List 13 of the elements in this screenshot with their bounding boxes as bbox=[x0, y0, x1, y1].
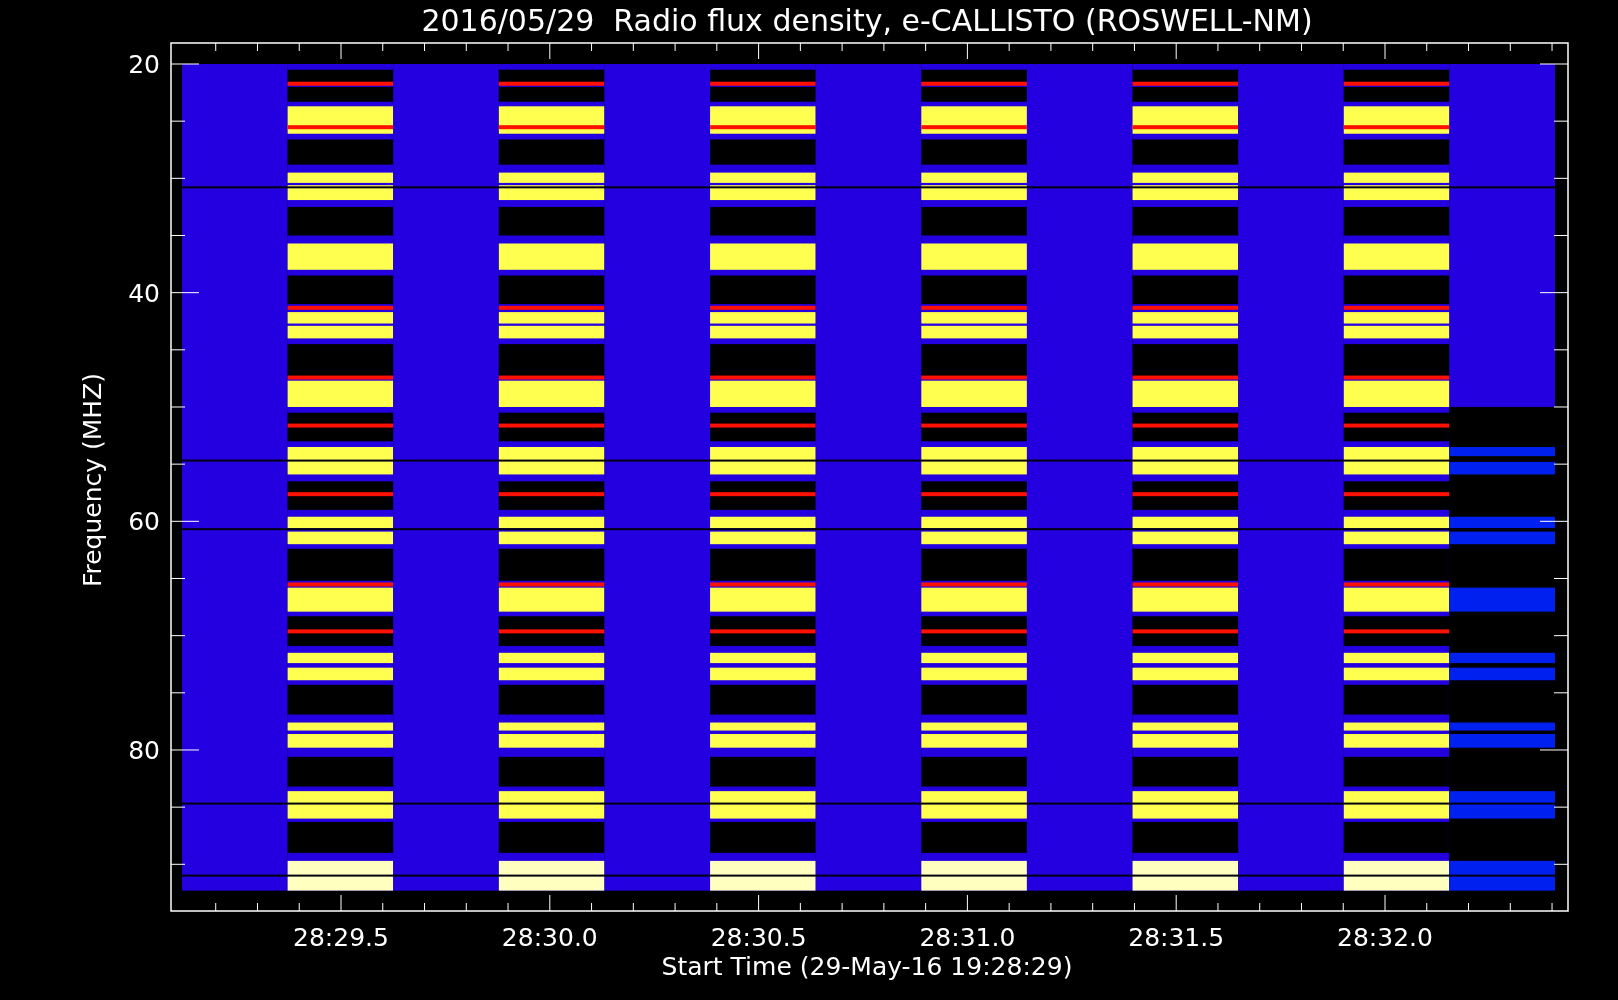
x-tick-label: 28:30.0 bbox=[501, 923, 598, 952]
x-tick-label: 28:31.5 bbox=[1128, 923, 1225, 952]
x-tick-label: 28:31.0 bbox=[919, 923, 1016, 952]
x-tick-label: 28:29.5 bbox=[293, 923, 389, 952]
x-tick-label: 28:32.0 bbox=[1337, 923, 1433, 952]
x-tick-label: 28:30.5 bbox=[710, 923, 807, 952]
chart-title: 2016/05/29 Radio flux density, e-CALLISTO (ROSWELL-NM) bbox=[421, 3, 1313, 38]
x-axis-label: Start Time (29-May-16 19:28:29) bbox=[661, 952, 1073, 981]
y-tick-label: 80 bbox=[128, 736, 160, 765]
y-tick-label: 40 bbox=[128, 278, 160, 308]
y-tick-label: 20 bbox=[128, 50, 160, 79]
y-tick-label: 60 bbox=[128, 507, 160, 537]
y-axis-label: Frequency (MHZ) bbox=[78, 372, 107, 588]
